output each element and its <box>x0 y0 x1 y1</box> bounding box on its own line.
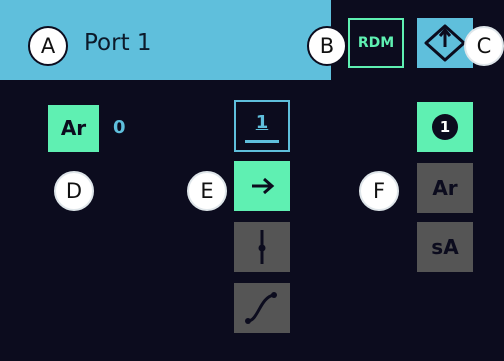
page-number: 1 <box>255 112 269 133</box>
callout-f: F <box>359 171 399 211</box>
right-ar-button[interactable]: Ar <box>417 163 473 213</box>
rdm-button[interactable]: RDM <box>348 18 404 68</box>
fade-mode-button[interactable] <box>234 283 290 333</box>
page-underline <box>245 140 279 143</box>
sa-button[interactable]: sA <box>417 222 473 272</box>
port-title: Port 1 <box>84 30 152 56</box>
badge-number: 1 <box>439 118 451 136</box>
callout-c: C <box>464 26 504 66</box>
ar-button[interactable]: Ar <box>48 105 99 152</box>
ar-value: 0 <box>113 117 126 138</box>
step-mode-button[interactable] <box>234 222 290 272</box>
curve-icon <box>245 292 277 324</box>
callout-b: B <box>307 26 347 66</box>
callout-d: D <box>54 171 94 211</box>
step-icon <box>258 230 266 264</box>
callout-e: E <box>187 171 227 211</box>
callout-a: A <box>28 26 68 66</box>
page-one-button[interactable]: 1 <box>234 100 290 152</box>
badge-one-button[interactable]: 1 <box>417 102 473 152</box>
arrow-right-icon <box>252 177 275 195</box>
direct-mode-button[interactable] <box>234 161 290 211</box>
